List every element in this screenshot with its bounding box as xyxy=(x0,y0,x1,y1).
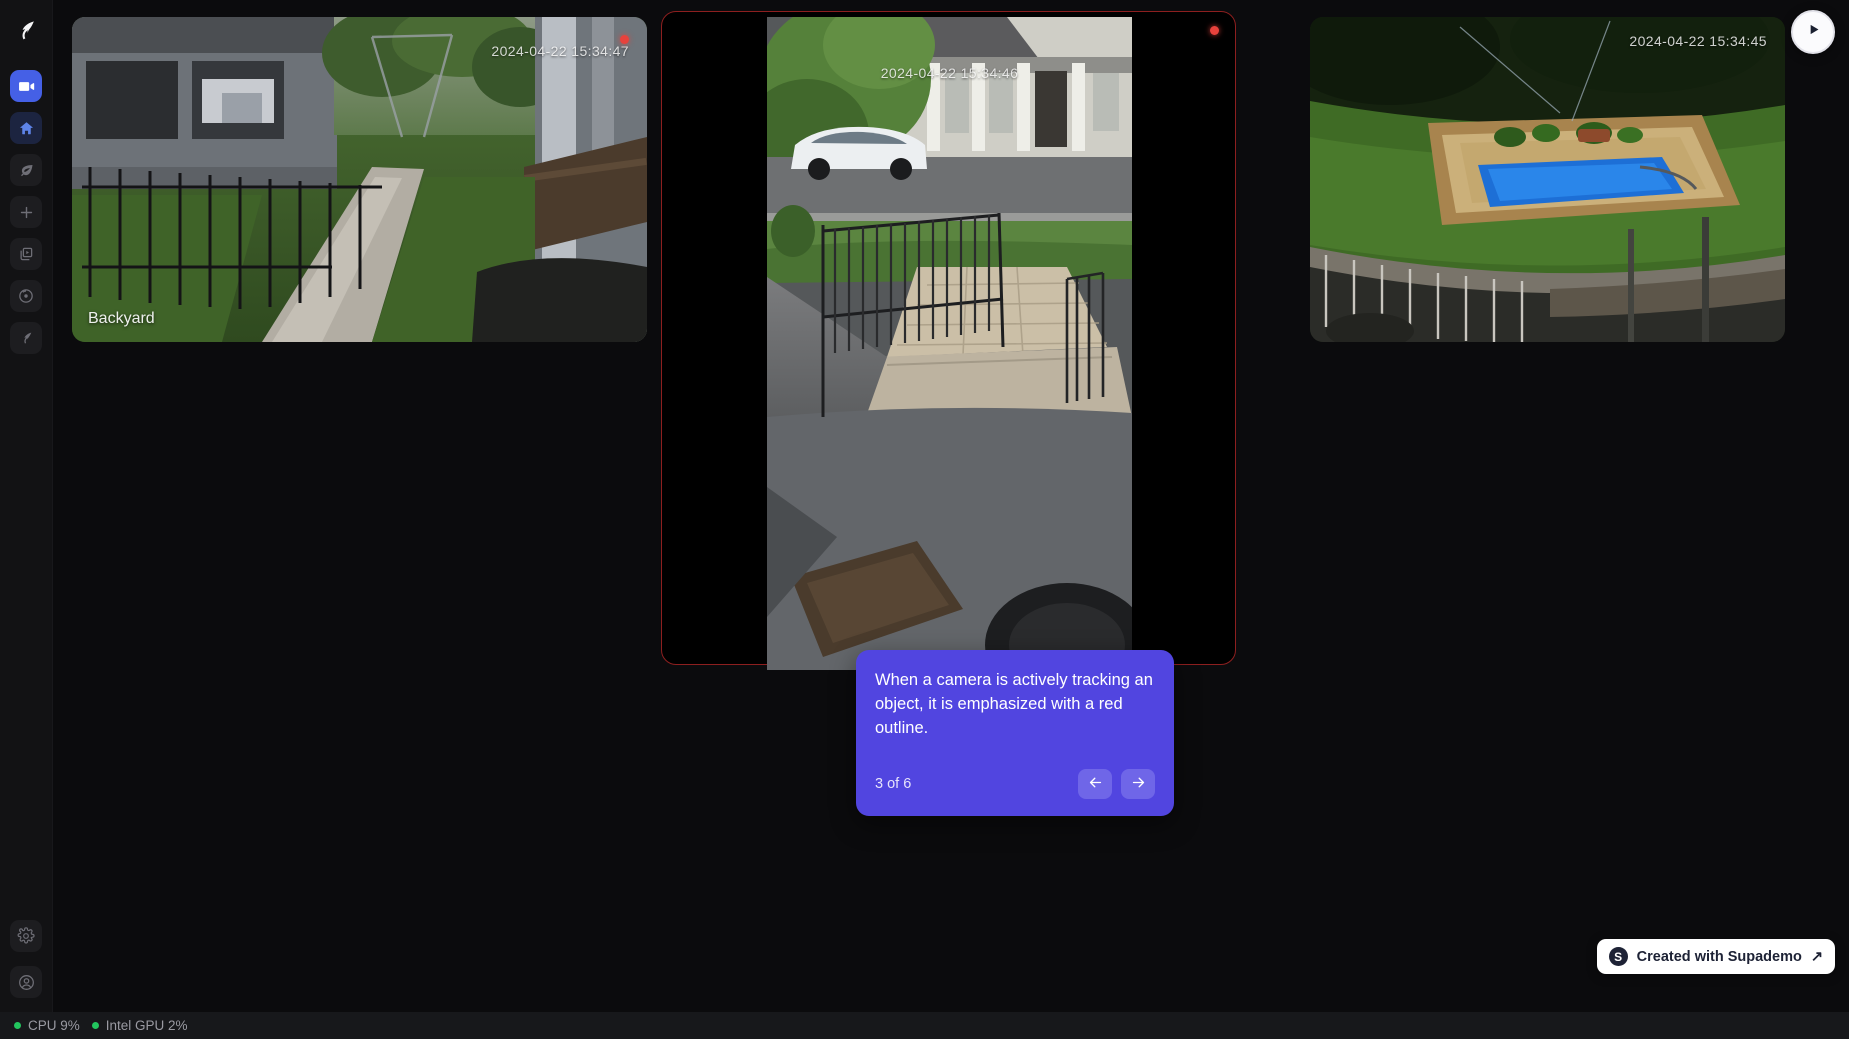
recording-indicator-dot xyxy=(620,35,629,44)
sidebar-item-exports[interactable] xyxy=(10,238,42,270)
sidebar-item-account[interactable] xyxy=(10,966,42,998)
camera-tile-front-door[interactable]: 2024-04-22 15:34:46 xyxy=(767,17,1132,670)
sidebar-nav-bottom xyxy=(10,920,42,998)
status-metric-label: Intel GPU 2% xyxy=(105,1018,188,1033)
status-dot-icon xyxy=(91,1022,99,1029)
coachmark-next-button[interactable] xyxy=(1121,769,1155,800)
status-metric-cpu: CPU 9% xyxy=(14,1018,80,1033)
camera-tile-backyard[interactable]: 2024-04-22 15:34:47 Backyard xyxy=(72,17,647,342)
sidebar-item-home[interactable] xyxy=(10,112,42,144)
coachmark-text: When a camera is actively tracking an ob… xyxy=(875,671,1153,737)
play-triangle-icon xyxy=(1805,21,1822,43)
status-metric-label: CPU 9% xyxy=(28,1018,80,1033)
plus-icon xyxy=(18,204,35,221)
media-library-icon xyxy=(17,245,35,263)
camera-feed-image-2 xyxy=(767,17,1132,670)
coachmark-step-counter: 3 of 6 xyxy=(875,776,912,793)
coachmark-tooltip: When a camera is actively tracking an ob… xyxy=(856,650,1174,817)
external-link-arrow-icon: ↗ xyxy=(1810,948,1823,965)
video-camera-icon xyxy=(17,77,36,96)
play-button[interactable] xyxy=(1791,10,1835,54)
sidebar xyxy=(0,0,53,1012)
status-metric-gpu: Intel GPU 2% xyxy=(91,1018,188,1033)
supademo-badge-text: Created with Supademo xyxy=(1636,948,1802,965)
camera-tile-tracking-outline[interactable]: 2024-04-22 15:34:46 xyxy=(661,11,1236,670)
frigate-app-window: 2024-04-22 15:34:47 Backyard 2024-04-22 … xyxy=(0,0,1849,1039)
home-icon xyxy=(18,120,35,137)
user-circle-icon xyxy=(17,973,36,992)
leaf-icon xyxy=(18,162,35,179)
arrow-left-icon xyxy=(1087,774,1104,794)
supademo-badge[interactable]: S Created with Supademo ↗ xyxy=(1596,939,1835,974)
coachmark-nav xyxy=(1078,769,1155,800)
sidebar-item-review[interactable] xyxy=(10,154,42,186)
sidebar-item-settings[interactable] xyxy=(10,920,42,952)
sidebar-item-frigate[interactable] xyxy=(10,322,42,354)
supademo-logo-icon: S xyxy=(1608,947,1628,966)
camera-tile-garden[interactable]: 2024-04-22 15:34:45 xyxy=(1310,17,1785,342)
sidebar-nav-top xyxy=(10,70,42,354)
camera-grid: 2024-04-22 15:34:47 Backyard 2024-04-22 … xyxy=(53,0,1849,1012)
coachmark-footer: 3 of 6 xyxy=(875,769,1155,800)
disc-record-icon xyxy=(17,287,35,305)
status-dot-icon xyxy=(14,1022,21,1029)
camera-feed-image-3 xyxy=(1310,17,1785,342)
app-logo[interactable] xyxy=(9,14,43,48)
recording-indicator-dot xyxy=(1210,26,1219,35)
arrow-right-icon xyxy=(1130,774,1147,794)
camera-feed-image-1 xyxy=(72,17,647,342)
status-bar: CPU 9% Intel GPU 2% xyxy=(0,1012,1849,1039)
camera-name-label: Backyard xyxy=(88,310,155,327)
sidebar-item-recordings[interactable] xyxy=(10,280,42,312)
gear-icon xyxy=(17,927,35,945)
frigate-bird-icon xyxy=(18,330,35,347)
sidebar-item-live[interactable] xyxy=(10,70,42,102)
sidebar-item-explore[interactable] xyxy=(10,196,42,228)
coachmark-prev-button[interactable] xyxy=(1078,769,1112,800)
